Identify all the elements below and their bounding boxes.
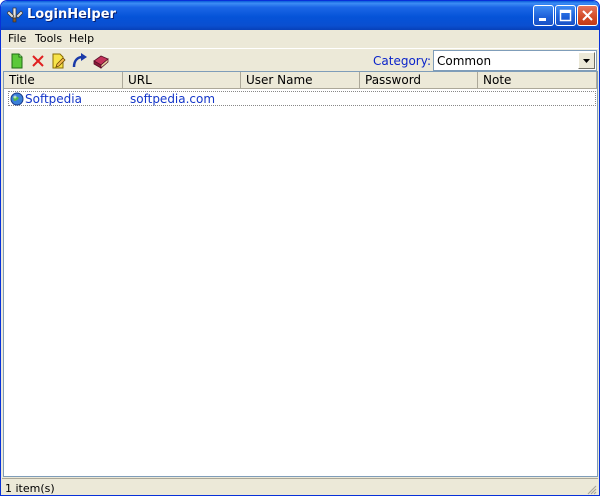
column-password[interactable]: Password	[360, 72, 478, 88]
minimize-button[interactable]	[533, 5, 554, 26]
status-text: 1 item(s)	[5, 482, 55, 495]
category-select[interactable]: Common	[433, 50, 597, 71]
delete-icon[interactable]	[29, 52, 47, 70]
category-value: Common	[437, 54, 492, 68]
close-icon	[582, 10, 593, 21]
menu-tools[interactable]: Tools	[35, 32, 62, 45]
menu-file[interactable]: File	[8, 32, 26, 45]
cell-title: Softpedia	[25, 92, 82, 106]
edit-icon[interactable]	[50, 52, 68, 70]
main-window: LoginHelper File Tools Help Category: Co…	[0, 0, 600, 496]
category-label: Category:	[373, 54, 431, 68]
status-bar: 1 item(s)	[2, 478, 598, 495]
globe-icon	[10, 92, 24, 106]
resize-grip-icon[interactable]	[585, 483, 597, 495]
menu-help[interactable]: Help	[69, 32, 94, 45]
column-title[interactable]: Title	[4, 72, 123, 88]
close-button[interactable]	[577, 5, 598, 26]
table-row[interactable]: Softpedia softpedia.com	[8, 91, 596, 106]
new-entry-icon[interactable]	[8, 52, 26, 70]
maximize-icon	[559, 9, 572, 22]
cell-url: softpedia.com	[130, 92, 216, 106]
toolbar: Category: Common	[2, 48, 598, 72]
column-note[interactable]: Note	[478, 72, 597, 88]
list-header: Title URL User Name Password Note	[4, 72, 597, 89]
open-url-icon[interactable]	[71, 52, 89, 70]
column-url[interactable]: URL	[123, 72, 241, 88]
maximize-button[interactable]	[555, 5, 576, 26]
entries-list[interactable]: Title URL User Name Password Note Softpe…	[3, 71, 598, 477]
menu-bar: File Tools Help	[2, 30, 598, 48]
address-book-icon[interactable]	[92, 52, 110, 70]
minimize-icon	[539, 18, 546, 21]
category-dropdown-button[interactable]	[578, 52, 595, 69]
app-icon	[7, 7, 23, 23]
title-bar[interactable]: LoginHelper	[1, 1, 599, 30]
chevron-down-icon	[583, 59, 590, 63]
column-username[interactable]: User Name	[241, 72, 360, 88]
window-title: LoginHelper	[27, 7, 116, 22]
